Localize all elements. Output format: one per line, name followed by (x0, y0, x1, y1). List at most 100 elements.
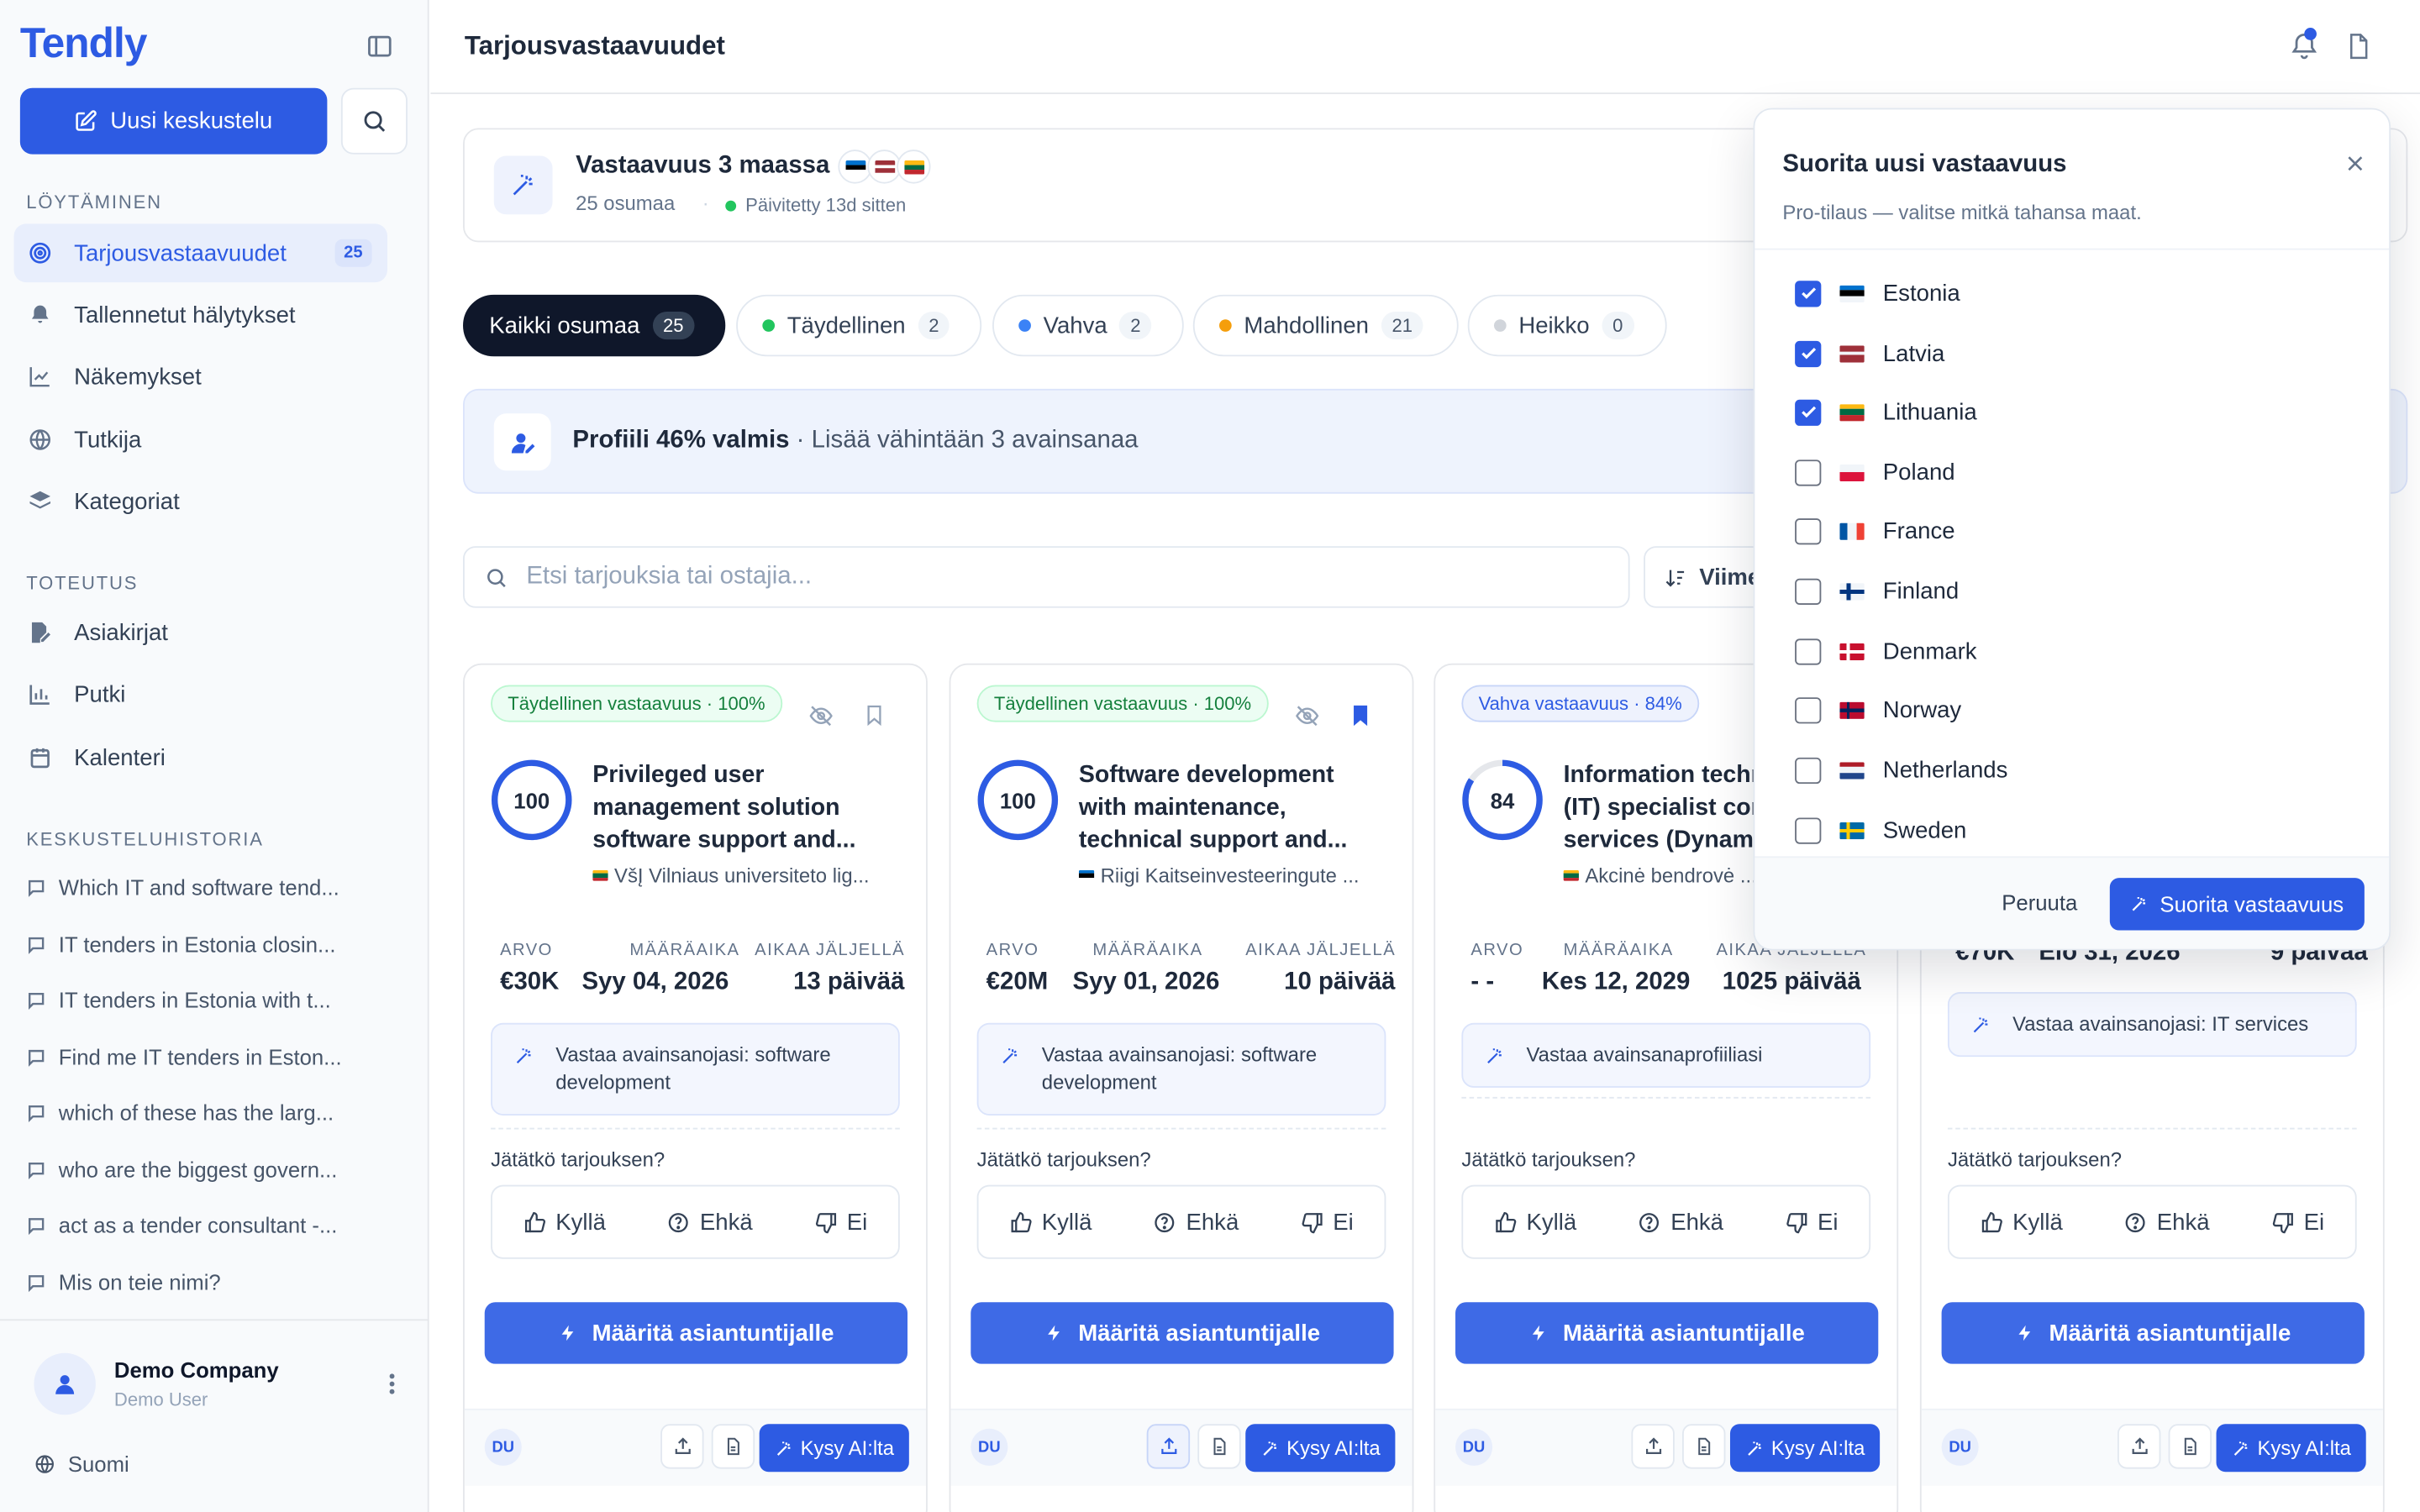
country-option-latvia[interactable]: Latvia (1795, 336, 1944, 370)
history-item[interactable]: Find me IT tenders in Eston... (26, 1040, 373, 1074)
assign-expert-button[interactable]: Määritä asiantuntijalle (971, 1302, 1394, 1364)
share-button[interactable] (660, 1424, 704, 1469)
checkbox-checked-icon[interactable] (1795, 280, 1822, 307)
vote-no-button[interactable]: Ei (2271, 1209, 2324, 1235)
bid-vote: Kyllä Ehkä Ei (491, 1184, 900, 1259)
tender-card[interactable]: Täydellinen vastaavuus · 100% 100 Privil… (463, 663, 928, 1512)
run-match-button[interactable]: Suorita vastaavuus (2109, 878, 2365, 931)
document-button[interactable] (2168, 1424, 2212, 1469)
document-button[interactable] (1682, 1424, 1726, 1469)
checkbox-icon[interactable] (1795, 577, 1822, 605)
history-item[interactable]: Which IT and software tend... (26, 870, 373, 904)
country-option-estonia[interactable]: Estonia (1795, 276, 1960, 310)
vote-maybe-button[interactable]: Ehkä (2124, 1209, 2210, 1235)
vote-maybe-button[interactable]: Ehkä (1639, 1209, 1723, 1235)
sidebar-item-insights[interactable]: Näkemykset (14, 347, 202, 406)
file-edit-icon (31, 622, 50, 643)
ask-ai-button[interactable]: Kysy AI:lta (1729, 1424, 1881, 1473)
share-button[interactable] (1631, 1424, 1675, 1469)
more-options-icon[interactable] (383, 1370, 402, 1398)
checkbox-icon[interactable] (1795, 638, 1822, 664)
close-icon[interactable] (2344, 153, 2366, 175)
vote-yes-button[interactable]: Kyllä (1494, 1209, 1576, 1235)
filter-perfect[interactable]: Täydellinen 2 (736, 294, 982, 357)
history-item[interactable]: which of these has the larg... (26, 1095, 373, 1129)
tender-title[interactable]: Privileged user management solution soft… (592, 759, 901, 857)
share-button[interactable] (1146, 1424, 1191, 1469)
assign-expert-button[interactable]: Määritä asiantuntijalle (1941, 1302, 2365, 1364)
filter-all[interactable]: Kaikki osumaa 25 (463, 294, 726, 357)
sidebar-item-documents[interactable]: Asiakirjat (14, 603, 168, 662)
company-name: Demo Company (113, 1357, 279, 1383)
checkbox-icon[interactable] (1795, 459, 1822, 486)
checkbox-icon[interactable] (1795, 816, 1822, 843)
sidebar-item-tender-matches[interactable]: Tarjousvastaavuudet 25 (13, 223, 388, 283)
document-icon[interactable] (2344, 31, 2372, 62)
avatar[interactable]: DU (484, 1428, 522, 1466)
vote-maybe-button[interactable]: Ehkä (1154, 1209, 1239, 1235)
keyword-text: Vastaa avainsanaprofiiliasi (1526, 1042, 1763, 1067)
magic-wand-icon (1487, 1048, 1502, 1063)
history-item[interactable]: Mis on teie nimi? (26, 1265, 373, 1299)
assign-expert-button[interactable]: Määritä asiantuntijalle (1455, 1302, 1879, 1364)
cancel-button[interactable]: Peruuta (2002, 890, 2077, 915)
tender-search-input[interactable]: Etsi tarjouksia tai ostajia... (463, 546, 1630, 608)
history-item[interactable]: act as a tender consultant -... (26, 1208, 373, 1242)
sidebar-item-categories[interactable]: Kategoriat (14, 472, 180, 531)
country-option-finland[interactable]: Finland (1795, 574, 1959, 607)
search-button[interactable] (340, 87, 408, 155)
sidebar-item-explorer[interactable]: Tutkija (14, 411, 142, 470)
tender-card[interactable]: Täydellinen vastaavuus · 100% 100 Softwa… (949, 663, 1414, 1512)
ask-ai-button[interactable]: Kysy AI:lta (1245, 1424, 1396, 1473)
checkbox-checked-icon[interactable] (1795, 339, 1822, 367)
history-item[interactable]: IT tenders in Estonia closin... (26, 927, 373, 961)
avatar[interactable]: DU (971, 1428, 1008, 1466)
history-item[interactable]: IT tenders in Estonia with t... (26, 983, 373, 1016)
vote-no-button[interactable]: Ei (814, 1209, 867, 1235)
checkbox-checked-icon[interactable] (1795, 398, 1822, 426)
vote-yes-button[interactable]: Kyllä (523, 1209, 606, 1235)
sidebar-item-saved-alerts[interactable]: Tallennetut hälytykset (14, 286, 296, 344)
avatar[interactable] (34, 1352, 96, 1415)
bookmark-icon[interactable] (863, 702, 886, 728)
checkbox-icon[interactable] (1795, 517, 1822, 544)
country-option-netherlands[interactable]: Netherlands (1795, 753, 2007, 786)
flag-estonia-icon (1078, 869, 1095, 881)
country-option-denmark[interactable]: Denmark (1795, 634, 1977, 668)
country-option-sweden[interactable]: Sweden (1795, 813, 1966, 847)
vote-no-button[interactable]: Ei (1301, 1209, 1354, 1235)
country-option-norway[interactable]: Norway (1795, 693, 1961, 727)
sidebar-item-calendar[interactable]: Kalenteri (14, 728, 166, 787)
avatar[interactable]: DU (1941, 1428, 1979, 1466)
flag-lithuania-icon (1839, 403, 1865, 421)
checkbox-icon[interactable] (1795, 756, 1822, 784)
bookmark-filled-icon[interactable] (1349, 702, 1372, 728)
avatar[interactable]: DU (1455, 1428, 1493, 1466)
assign-expert-button[interactable]: Määritä asiantuntijalle (484, 1302, 908, 1364)
vote-yes-button[interactable]: Kyllä (1980, 1209, 2063, 1235)
history-item[interactable]: who are the biggest govern... (26, 1152, 373, 1186)
filter-strong[interactable]: Vahva 2 (992, 294, 1184, 357)
eye-off-icon[interactable] (808, 704, 833, 728)
language-selector[interactable]: Suomi (34, 1452, 129, 1477)
document-button[interactable] (711, 1424, 755, 1469)
upload-icon (1160, 1437, 1176, 1454)
vote-no-button[interactable]: Ei (1785, 1209, 1839, 1235)
new-chat-button[interactable]: Uusi keskustelu (19, 87, 328, 155)
filter-possible[interactable]: Mahdollinen 21 (1192, 294, 1459, 357)
vote-yes-button[interactable]: Kyllä (1009, 1209, 1092, 1235)
document-button[interactable] (1197, 1424, 1241, 1469)
ask-ai-button[interactable]: Kysy AI:lta (759, 1424, 909, 1473)
tender-title[interactable]: Software development with maintenance, t… (1079, 759, 1387, 857)
ask-ai-button[interactable]: Kysy AI:lta (2216, 1424, 2366, 1473)
country-option-lithuania[interactable]: Lithuania (1795, 395, 1977, 428)
eye-off-icon[interactable] (1295, 704, 1319, 728)
checkbox-icon[interactable] (1795, 696, 1822, 723)
sidebar-toggle-icon[interactable] (366, 33, 397, 64)
country-option-france[interactable]: France (1795, 514, 1955, 548)
vote-maybe-button[interactable]: Ehkä (667, 1209, 753, 1235)
country-option-poland[interactable]: Poland (1795, 455, 1955, 489)
share-button[interactable] (2117, 1424, 2161, 1469)
filter-weak[interactable]: Heikko 0 (1467, 294, 1667, 357)
sidebar-item-pipeline[interactable]: Putki (14, 665, 125, 724)
